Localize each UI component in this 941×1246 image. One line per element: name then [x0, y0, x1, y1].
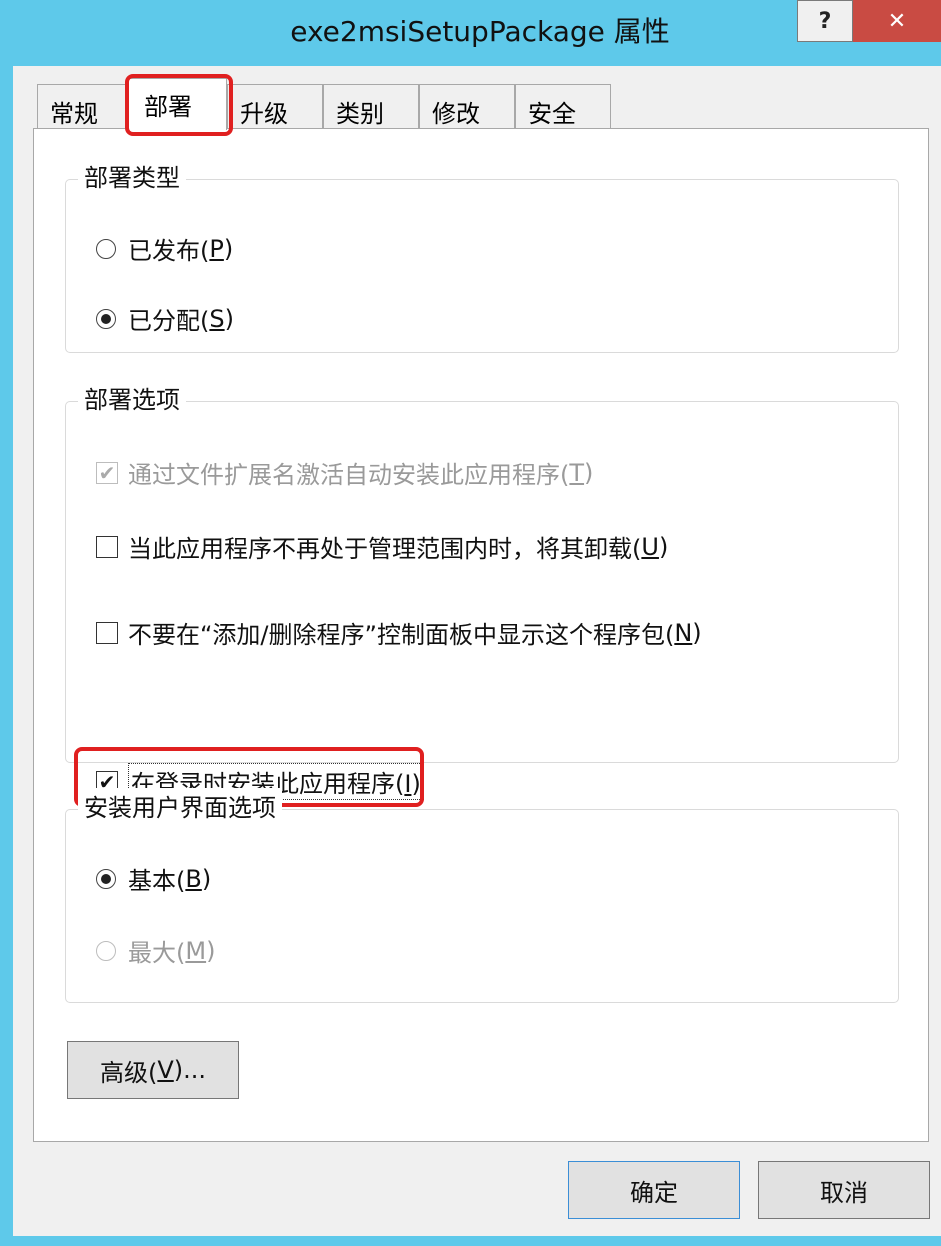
- radio-selected-icon: [96, 868, 116, 889]
- group-install-ui-options: 安装用户界面选项: [65, 788, 899, 1003]
- checkbox-uninstall-out-of-scope[interactable]: 当此应用程序不再处于管理范围内时，将其卸载(U): [96, 529, 668, 564]
- tab-security[interactable]: 安全: [515, 84, 611, 128]
- close-icon: ✕: [887, 8, 907, 34]
- checkbox-auto-install-file-extension[interactable]: ✔ 通过文件扩展名激活自动安装此应用程序(T): [96, 455, 593, 490]
- radio-published[interactable]: 已发布(P): [96, 231, 233, 266]
- tab-general[interactable]: 常规: [37, 84, 131, 128]
- checkmark-icon: ✔: [96, 461, 118, 484]
- tab-categories[interactable]: 类别: [323, 84, 419, 128]
- radio-icon: [96, 940, 116, 961]
- title-bar: exe2msiSetupPackage 属性 ? ✕: [0, 0, 941, 66]
- radio-assigned[interactable]: 已分配(S): [96, 301, 234, 336]
- cancel-button[interactable]: 取消: [758, 1161, 930, 1219]
- checkbox-empty-icon: [96, 535, 118, 558]
- checkbox-empty-icon: [96, 621, 118, 644]
- advanced-button[interactable]: 高级(V)...: [67, 1041, 239, 1099]
- tab-modifications[interactable]: 修改: [419, 84, 515, 128]
- group-legend: 安装用户界面选项: [78, 788, 282, 823]
- dialog-body: 常规 部署 升级 类别 修改 安全 部署类型 已发布(P) 已分配(S) 部署选…: [13, 66, 941, 1236]
- radio-icon: [96, 238, 116, 259]
- tab-highlight-annotation: [125, 74, 233, 136]
- help-button[interactable]: ?: [797, 0, 853, 42]
- tab-panel-deployment: 部署类型 已发布(P) 已分配(S) 部署选项 ✔ 通过文件扩展名激活自动安装此…: [33, 128, 929, 1142]
- ok-button[interactable]: 确定: [568, 1161, 740, 1219]
- tab-upgrade[interactable]: 升级: [227, 84, 323, 128]
- group-legend: 部署类型: [78, 158, 186, 193]
- checkbox-hide-in-add-remove-programs[interactable]: 不要在“添加/删除程序”控制面板中显示这个程序包(N): [96, 615, 702, 650]
- close-button[interactable]: ✕: [853, 0, 941, 42]
- radio-basic[interactable]: 基本(B): [96, 861, 211, 896]
- radio-selected-icon: [96, 308, 116, 329]
- group-legend: 部署选项: [78, 380, 186, 415]
- radio-maximum[interactable]: 最大(M): [96, 933, 215, 968]
